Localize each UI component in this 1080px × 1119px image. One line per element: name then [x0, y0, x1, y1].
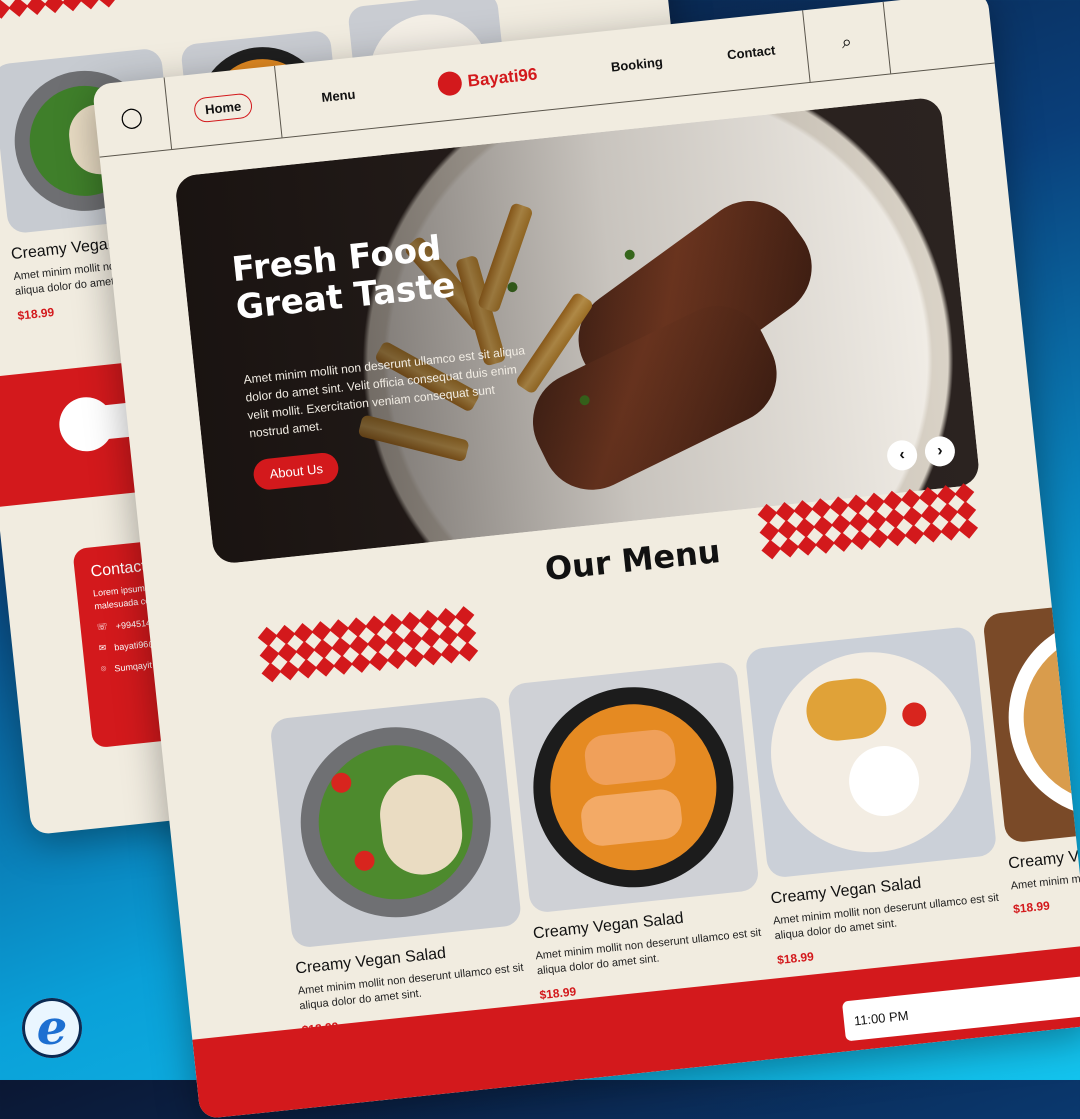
location-value: Sumqayit	[113, 659, 153, 674]
location-pin-icon: ⌾	[100, 663, 107, 675]
brand-name: Bayati96	[466, 64, 539, 91]
noodle-soup-image	[982, 590, 1080, 844]
time-select[interactable]: 11:00 PM	[841, 973, 1080, 1042]
user-icon: ◯	[119, 105, 144, 130]
watermark-letter: e	[36, 1000, 68, 1056]
watermark-logo: e	[22, 998, 82, 1058]
menu-card[interactable]: Creamy Vegan Salad Amet minim mollit non…	[506, 660, 769, 1002]
time-value: 11:00 PM	[853, 1007, 910, 1028]
rice-dish-image	[744, 625, 998, 879]
menu-card[interactable]: Creamy Vegan Salad Amet minim mollit non…	[744, 625, 1007, 967]
nav-contact[interactable]: Contact	[726, 42, 776, 62]
brand-logo[interactable]: Bayati96	[436, 62, 539, 97]
mail-icon: ✉	[98, 642, 107, 654]
nav-home[interactable]: Home	[192, 91, 254, 123]
user-button[interactable]: ◯	[92, 77, 173, 157]
hero-banner: Fresh Food Great Taste Amet minim mollit…	[174, 96, 981, 565]
menu-section-title: Our Menu	[543, 531, 723, 589]
chevron-right-icon[interactable]: ›	[923, 434, 957, 468]
menu-card[interactable]: Creamy Vegan Salad Amet minim mollit non…	[269, 695, 531, 1037]
salmon-curry-image	[506, 660, 760, 914]
phone-icon: ☏	[96, 621, 109, 633]
nav-menu[interactable]: Menu	[321, 86, 356, 104]
decor-pattern	[0, 0, 118, 19]
decor-pattern-left	[257, 606, 479, 683]
front-page: ◯ Home Menu Bayati96 Booking Contact ⌕ F…	[92, 0, 1080, 1119]
flame-logo-icon	[436, 70, 464, 97]
search-icon: ⌕	[840, 30, 853, 52]
salad-image	[269, 695, 523, 949]
search-button[interactable]: ⌕	[803, 1, 892, 82]
nav-booking[interactable]: Booking	[610, 54, 663, 74]
chevron-left-icon[interactable]: ‹	[885, 438, 919, 472]
